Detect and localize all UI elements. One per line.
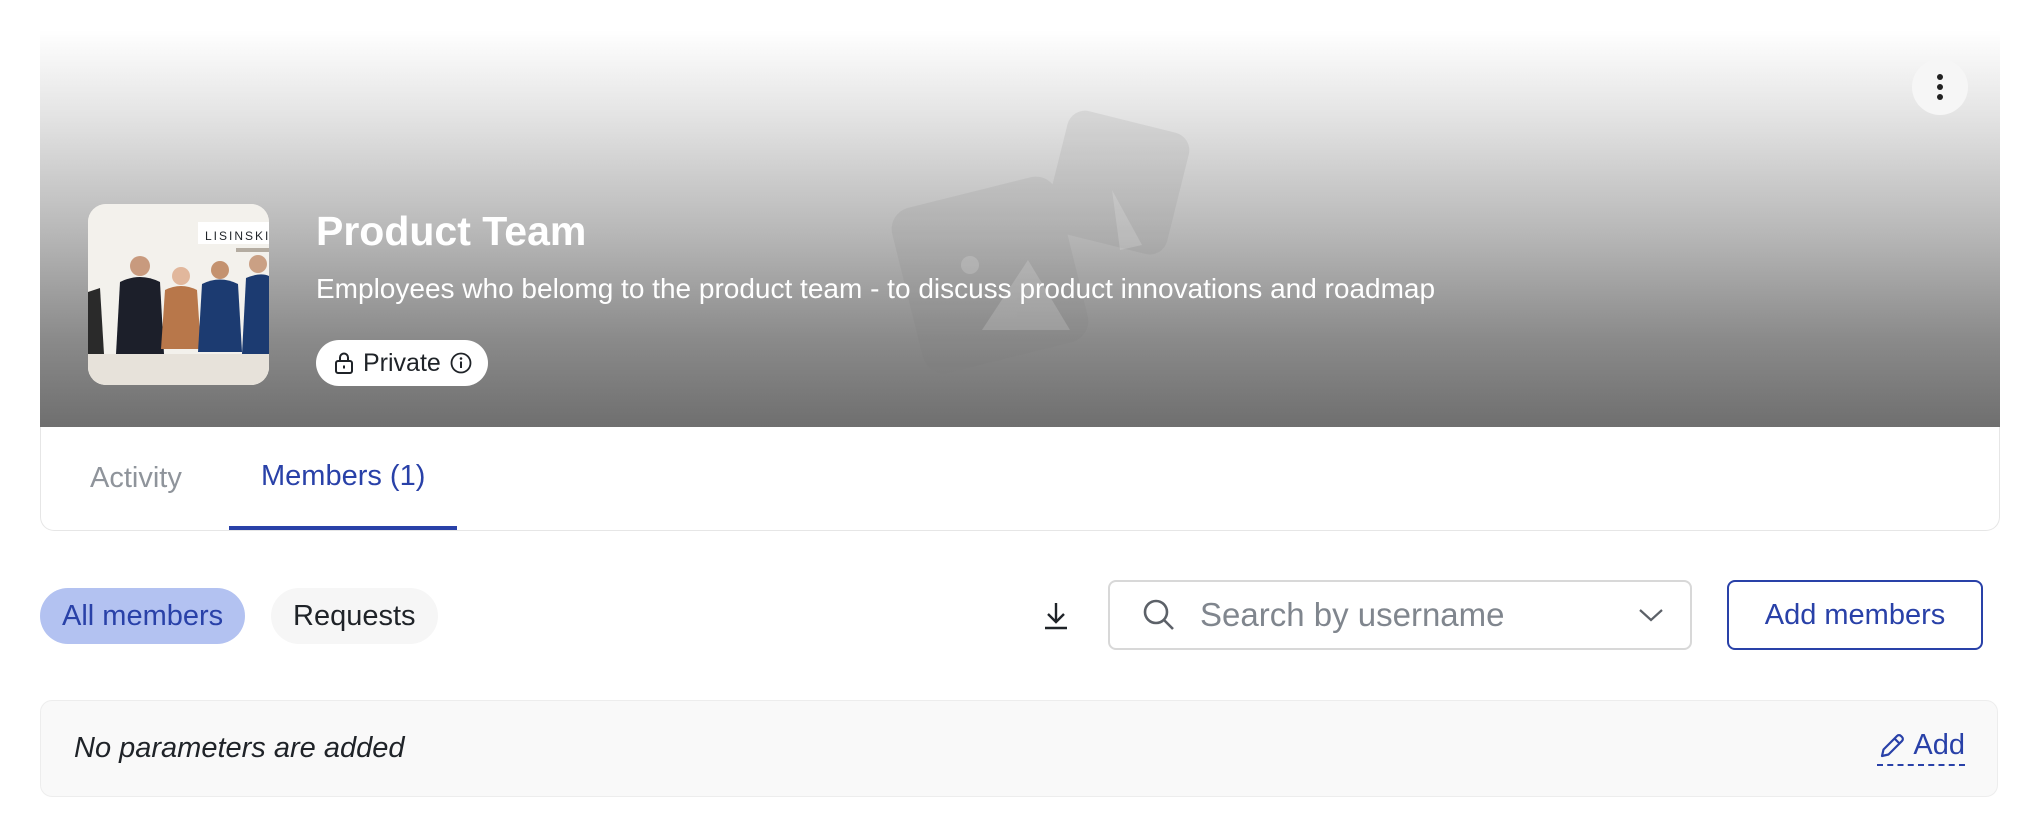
group-avatar: LISINSKI [88, 204, 269, 385]
filter-all-members[interactable]: All members [40, 588, 246, 644]
search-icon [1143, 599, 1174, 630]
pencil-icon [1881, 733, 1905, 757]
chevron-down-icon[interactable] [1638, 607, 1664, 623]
privacy-badge[interactable]: Private [316, 340, 488, 386]
lock-icon [335, 352, 353, 374]
info-icon[interactable] [450, 352, 472, 374]
filter-requests[interactable]: Requests [271, 588, 438, 644]
add-parameters-link[interactable]: Add [1877, 729, 1965, 766]
group-header: LISINSKI Product Team Employees who belo… [40, 30, 2000, 427]
search-field[interactable] [1108, 580, 1692, 650]
download-button[interactable] [1036, 594, 1076, 638]
tab-members[interactable]: Members (1) [229, 427, 458, 530]
parameters-empty-text: No parameters are added [74, 732, 405, 764]
group-description: Employees who belomg to the product team… [316, 273, 1436, 304]
parameters-panel: No parameters are added Add [40, 700, 1998, 797]
group-title: Product Team [316, 208, 587, 254]
more-options-button[interactable] [1912, 59, 1968, 115]
add-members-button[interactable]: Add members [1727, 580, 1983, 650]
add-parameters-label: Add [1913, 729, 1965, 761]
image-placeholder-icon [891, 110, 1190, 374]
tab-activity[interactable]: Activity [90, 427, 182, 530]
search-input[interactable] [1198, 595, 1638, 635]
photo-sign: LISINSKI [205, 229, 269, 243]
tabs-bar: Activity Members (1) [40, 427, 2000, 531]
privacy-label: Private [363, 348, 441, 377]
download-icon [1045, 603, 1067, 630]
more-vertical-icon [1937, 74, 1943, 100]
